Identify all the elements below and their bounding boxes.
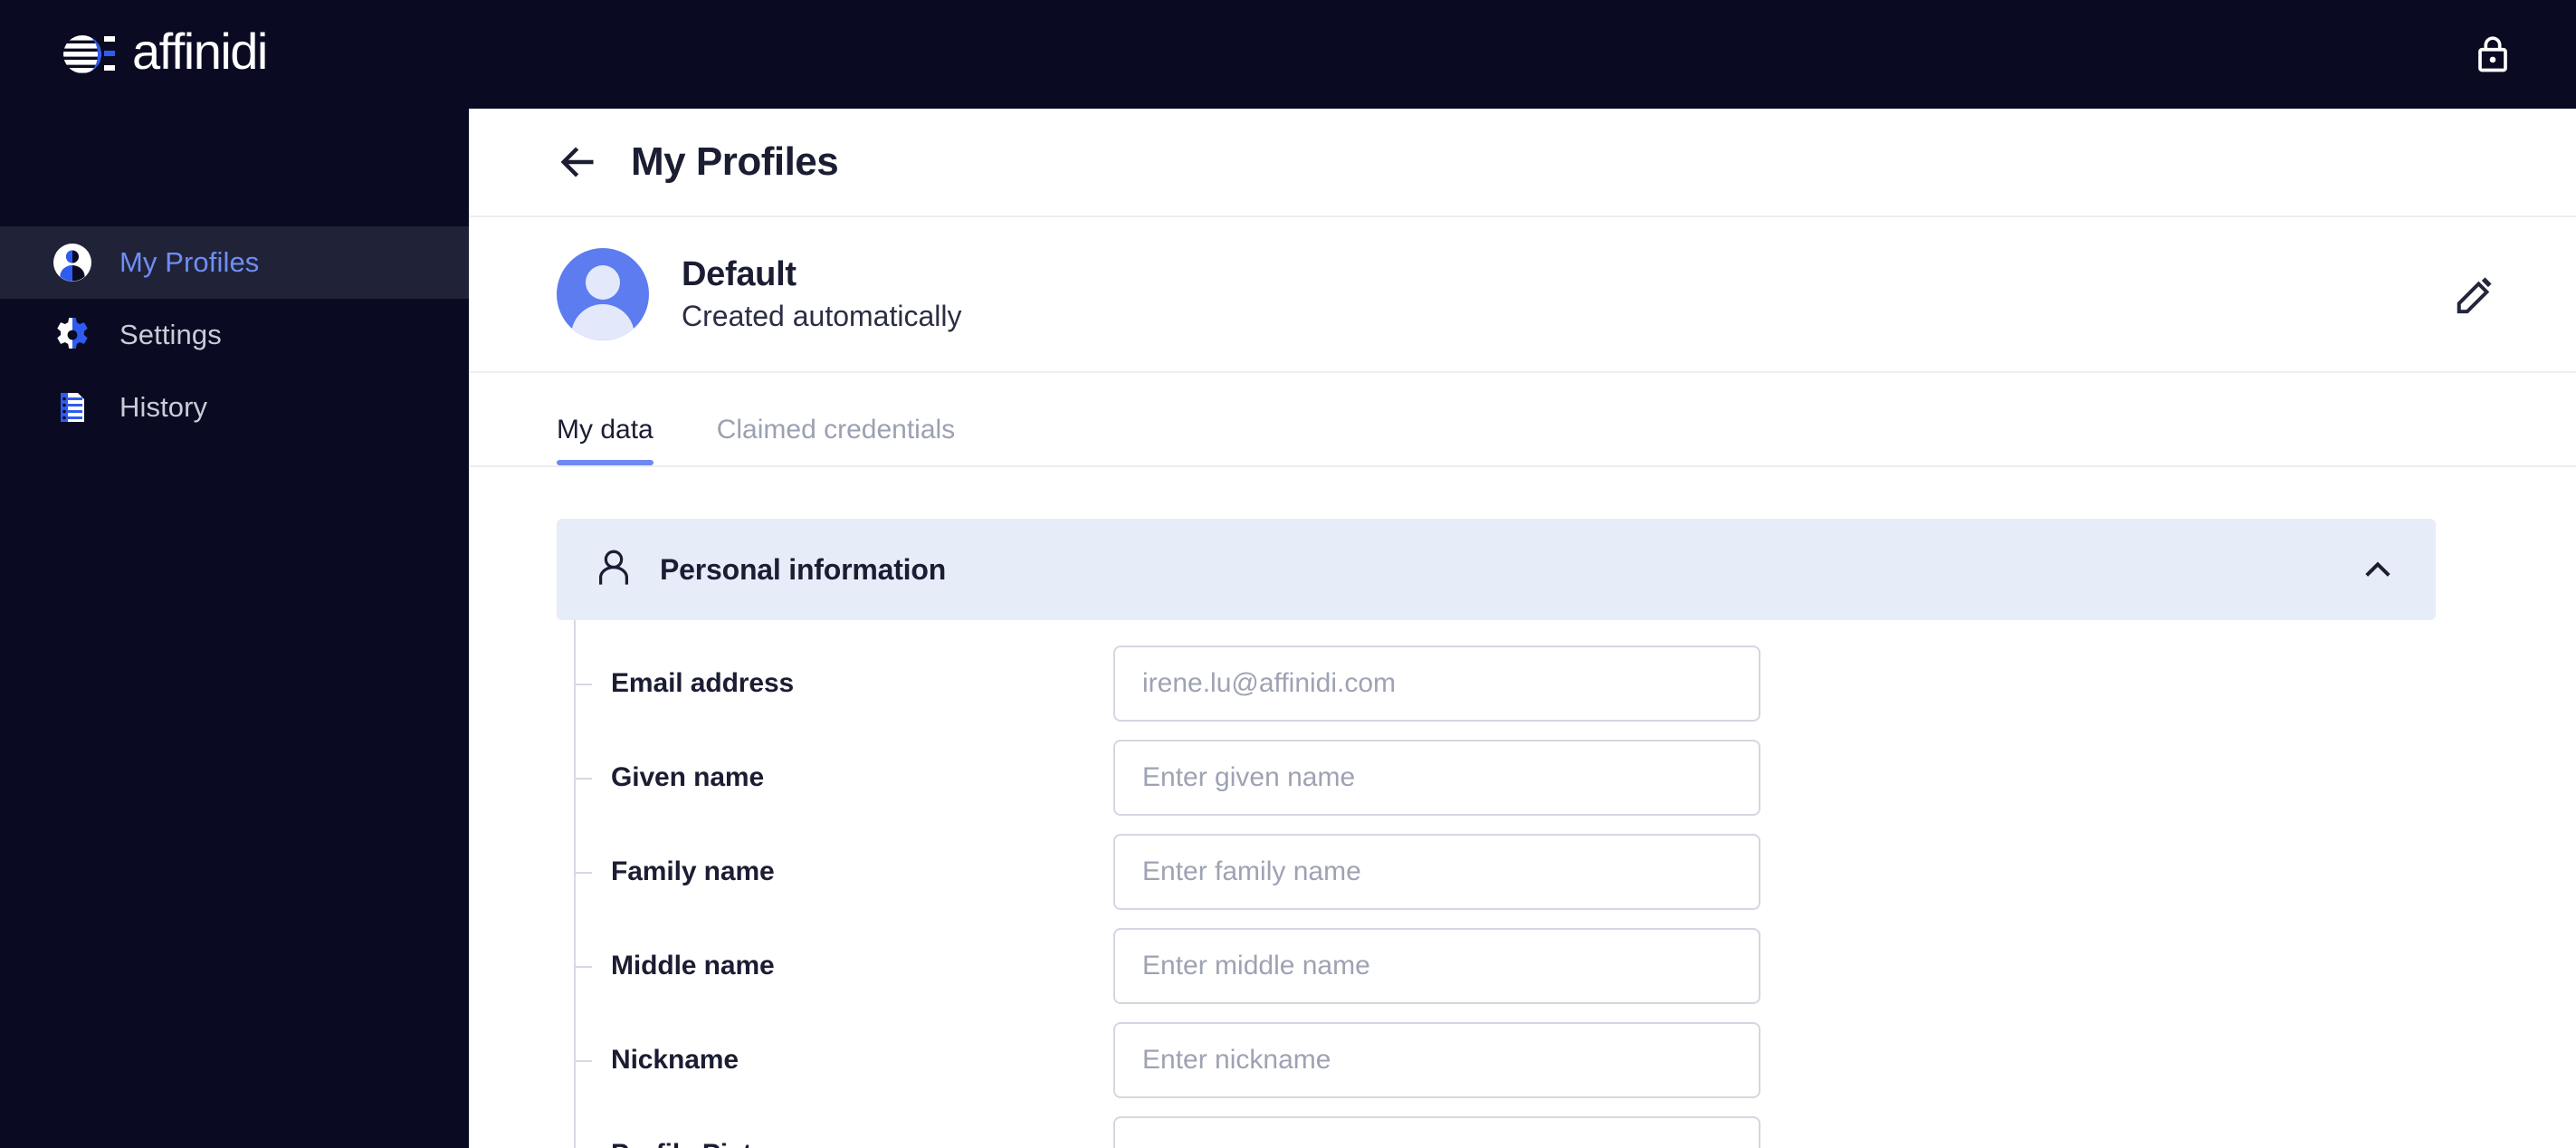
history-ledger-icon	[52, 387, 92, 427]
sidebar-item-label: My Profiles	[119, 246, 260, 278]
form-row: Middle name Enter middle name	[557, 919, 2576, 1013]
field-label: Given name	[611, 762, 765, 792]
email-field[interactable]: irene.lu@affinidi.com	[1113, 646, 1760, 722]
brand-name: affinidi	[132, 23, 268, 80]
field-placeholder: Enter nickname	[1142, 1045, 1331, 1075]
middle-name-field[interactable]: Enter middle name	[1113, 928, 1760, 1004]
given-name-field[interactable]: Enter given name	[1113, 740, 1760, 816]
avatar-head	[586, 265, 620, 300]
affinidi-logo-icon	[63, 31, 119, 78]
form-row: Family name Enter family name	[557, 825, 2576, 919]
user-profile-icon	[52, 243, 92, 282]
field-label: Middle name	[611, 951, 775, 981]
lock-icon[interactable]	[2467, 29, 2518, 80]
field-placeholder: Enter given name	[1142, 762, 1356, 792]
profile-tabs: My data Claimed credentials	[469, 373, 2576, 467]
field-placeholder: Enter family name	[1142, 856, 1361, 886]
gear-icon	[52, 315, 92, 355]
field-placeholder: irene.lu@affinidi.com	[1142, 668, 1397, 698]
form-row: Nickname Enter nickname	[557, 1013, 2576, 1107]
sidebar-nav: My Profiles Settings History	[0, 226, 469, 444]
main-content: My Profiles Default Created automaticall…	[469, 109, 2576, 1148]
field-label: Nickname	[611, 1045, 739, 1075]
tree-tick	[574, 1060, 592, 1062]
sidebar-item-label: Settings	[119, 319, 222, 350]
tree-tick	[574, 966, 592, 968]
page-header: My Profiles	[469, 109, 2576, 217]
sidebar: My Profiles Settings History	[0, 109, 469, 1148]
pencil-icon[interactable]	[2451, 271, 2498, 318]
tree-tick	[574, 684, 592, 685]
section-title: Personal information	[660, 552, 947, 586]
avatar-body	[571, 304, 634, 340]
tree-tick	[574, 778, 592, 780]
person-outline-icon	[595, 548, 633, 592]
avatar	[557, 248, 649, 340]
top-bar: affinidi	[0, 0, 2576, 109]
field-placeholder: Enter middle name	[1142, 951, 1370, 981]
brand-logo[interactable]: affinidi	[63, 23, 268, 82]
section-personal-information[interactable]: Personal information	[557, 519, 2436, 620]
chevron-up-icon[interactable]	[2360, 551, 2396, 588]
page-title: My Profiles	[631, 139, 839, 184]
sidebar-item-label: History	[119, 391, 208, 423]
sidebar-item-history[interactable]: History	[0, 371, 469, 444]
form-row: Given name Enter given name	[557, 731, 2576, 825]
personal-information-form: Email address irene.lu@affinidi.com Give…	[557, 620, 2576, 1148]
profile-summary: Default Created automatically	[469, 217, 2576, 373]
tab-claimed-credentials[interactable]: Claimed credentials	[717, 415, 955, 465]
field-label: Profile Picture	[557, 1139, 1113, 1148]
arrow-left-icon[interactable]	[557, 141, 598, 183]
sidebar-item-my-profiles[interactable]: My Profiles	[0, 226, 469, 299]
tab-my-data[interactable]: My data	[557, 415, 654, 465]
profile-subtitle: Created automatically	[682, 300, 962, 332]
form-row: Email address irene.lu@affinidi.com	[557, 636, 2576, 731]
profile-name: Default	[682, 255, 797, 293]
app-root: affinidi My Profiles Settings History My…	[0, 0, 2576, 1148]
nickname-field[interactable]: Enter nickname	[1113, 1022, 1760, 1098]
form-row: Profile Picture	[557, 1107, 2576, 1148]
family-name-field[interactable]: Enter family name	[1113, 834, 1760, 910]
field-label: Family name	[611, 856, 775, 886]
profile-picture-field[interactable]	[1113, 1116, 1760, 1148]
tree-tick	[574, 872, 592, 874]
profile-meta: Default Created automatically	[682, 255, 961, 333]
sidebar-item-settings[interactable]: Settings	[0, 299, 469, 371]
field-label: Email address	[611, 668, 795, 698]
